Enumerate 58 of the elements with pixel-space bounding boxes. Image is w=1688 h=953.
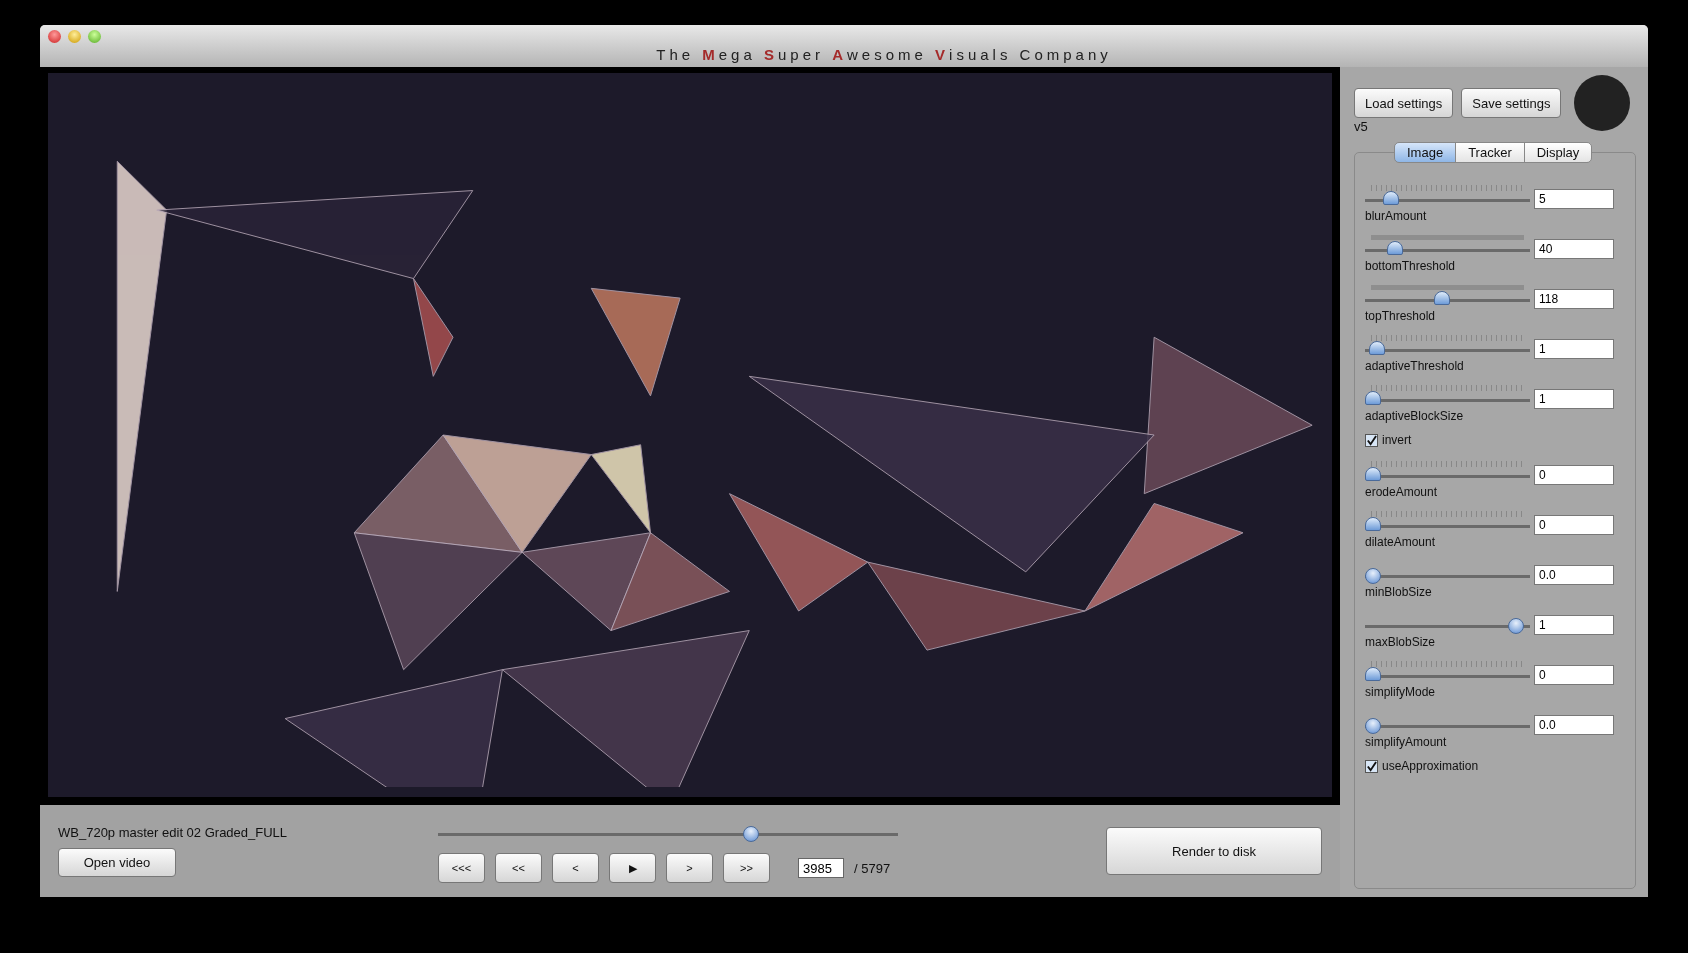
checkbox-label: invert	[1382, 433, 1412, 447]
slider-label: bottomThreshold	[1365, 259, 1457, 273]
slider-thumb[interactable]	[1433, 291, 1450, 305]
slider-label: topThreshold	[1365, 309, 1437, 323]
open-video-button[interactable]: Open video	[58, 848, 176, 877]
slider-thumb[interactable]	[1365, 517, 1381, 531]
value-field[interactable]: 1	[1534, 339, 1614, 359]
slider-label: simplifyMode	[1365, 685, 1437, 699]
slider-thumb[interactable]	[1365, 667, 1381, 681]
transport-button[interactable]: <<	[495, 853, 542, 883]
slider-label: adaptiveThreshold	[1365, 359, 1465, 373]
value-field[interactable]: 0	[1534, 515, 1614, 535]
value-field[interactable]: 1	[1534, 615, 1614, 635]
tab[interactable]: Image	[1394, 142, 1457, 163]
value-field[interactable]: 40	[1534, 239, 1614, 259]
value-field[interactable]: 0	[1534, 465, 1614, 485]
slider-thumb[interactable]	[1365, 568, 1381, 584]
slider-label: minBlobSize	[1365, 585, 1433, 599]
transport-button[interactable]: <	[552, 853, 599, 883]
value-field[interactable]: 0.0	[1534, 715, 1614, 735]
slider-label: simplifyAmount	[1365, 735, 1448, 749]
transport-button[interactable]: >	[666, 853, 713, 883]
slider-thumb[interactable]	[1365, 467, 1381, 481]
tab[interactable]: Display	[1523, 142, 1593, 163]
load-settings-button[interactable]: Load settings	[1354, 88, 1454, 118]
slider-label: dilateAmount	[1365, 535, 1437, 549]
slider-label: erodeAmount	[1365, 485, 1439, 499]
zoom-icon[interactable]	[88, 30, 101, 43]
render-to-disk-button[interactable]: Render to disk	[1106, 827, 1322, 875]
value-field[interactable]: 0.0	[1534, 565, 1614, 585]
value-field[interactable]: 0	[1534, 665, 1614, 685]
playback-slider-thumb[interactable]	[742, 826, 759, 842]
slider-thumb[interactable]	[1382, 191, 1399, 205]
slider-thumb[interactable]	[1387, 241, 1404, 255]
checkbox[interactable]	[1365, 433, 1378, 447]
value-field[interactable]: 5	[1534, 189, 1614, 209]
frame-number-field[interactable]: 3985	[798, 858, 844, 878]
slider-thumb[interactable]	[1365, 718, 1381, 734]
transport-button[interactable]: >>	[723, 853, 770, 883]
slider-thumb[interactable]	[1369, 341, 1386, 355]
tab[interactable]: Tracker	[1455, 142, 1525, 163]
avatar-icon	[1574, 75, 1630, 131]
frame-total: / 5797	[854, 860, 891, 876]
value-field[interactable]: 1	[1534, 389, 1614, 409]
slider-thumb[interactable]	[1508, 618, 1525, 634]
value-field[interactable]: 118	[1534, 289, 1614, 309]
checkbox[interactable]	[1365, 759, 1378, 773]
close-icon[interactable]	[48, 30, 61, 43]
checkbox-label: useApproximation	[1382, 759, 1479, 773]
version-label: v5	[1354, 119, 1369, 134]
transport-button[interactable]: ▶	[609, 853, 656, 883]
transport-button[interactable]: <<<	[438, 853, 485, 883]
video-file-name: WB_720p master edit 02 Graded_FULL	[58, 825, 289, 840]
slider-label: maxBlobSize	[1365, 635, 1437, 649]
slider-label: blurAmount	[1365, 209, 1428, 223]
slider-label: adaptiveBlockSize	[1365, 409, 1465, 423]
slider-thumb[interactable]	[1365, 391, 1381, 405]
save-settings-button[interactable]: Save settings	[1461, 88, 1562, 118]
